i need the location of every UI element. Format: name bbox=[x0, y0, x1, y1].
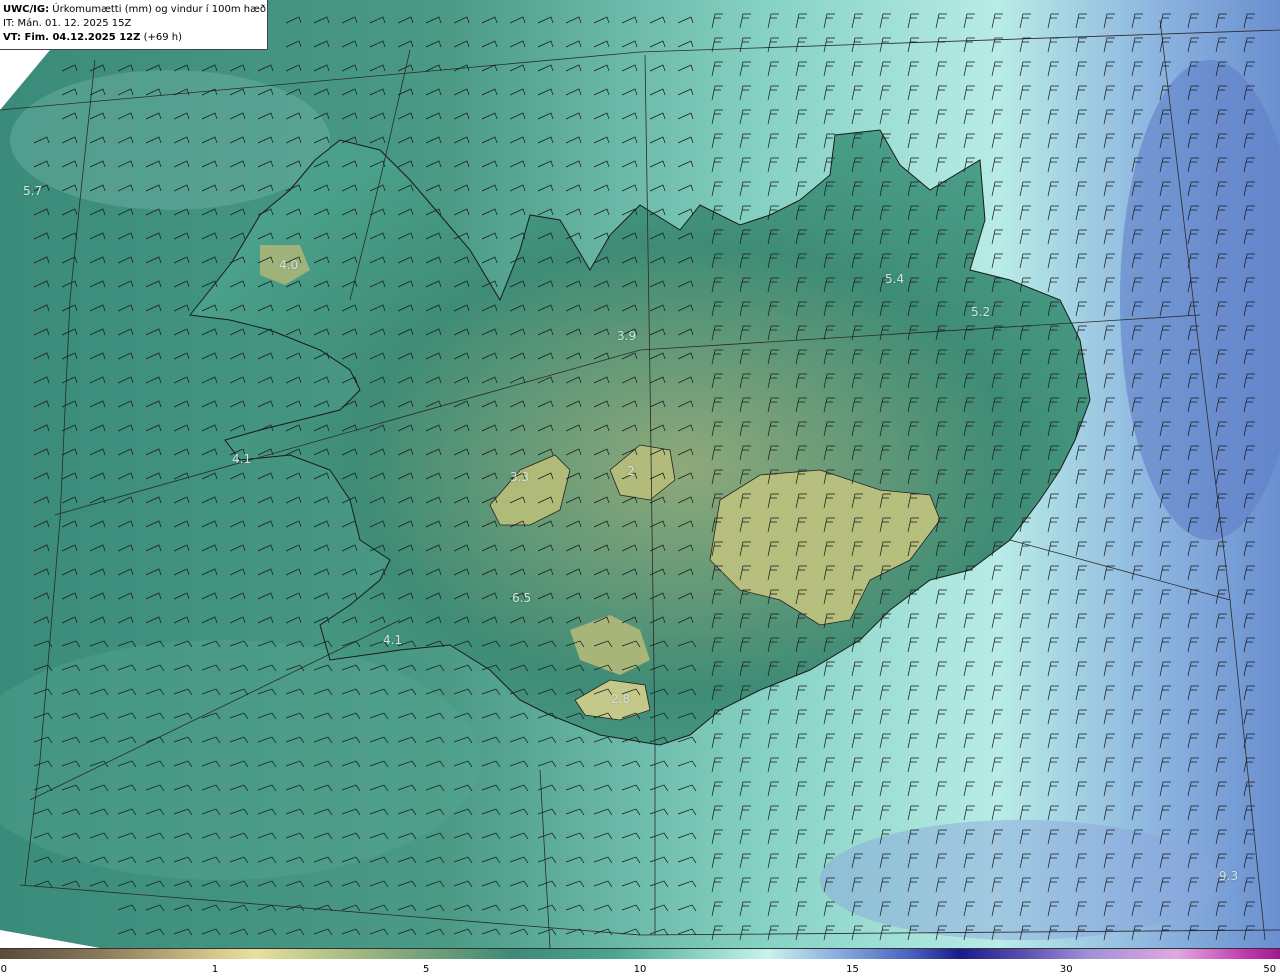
map-value-label: 4.0 bbox=[279, 258, 299, 272]
precipitation-colorbar bbox=[0, 948, 1280, 959]
map-value-label: 5.7 bbox=[23, 184, 43, 198]
valid-time-line: VT: Fim. 04.12.2025 12Z (+69 h) bbox=[3, 31, 267, 45]
lead-time: (+69 h) bbox=[143, 32, 182, 43]
product-title: Úrkomumætti (mm) og vindur í 100m hæð bbox=[52, 4, 267, 15]
map-value-label: 4.1 bbox=[232, 452, 252, 466]
map-value-label: 6.5 bbox=[512, 591, 532, 605]
forecast-map: 5.7 4.0 3.9 5.4 5.2 4.1 3.3 2 6.5 4.1 2.8 9.3 bbox=[0, 0, 1280, 948]
map-header: UWC/IG: Úrkomumætti (mm) og vindur í 100… bbox=[0, 0, 268, 50]
map-value-label: 9.3 bbox=[1219, 869, 1239, 883]
colorbar-tick-label: 50 bbox=[1263, 964, 1277, 975]
colorbar-tick-label: 10 bbox=[633, 964, 647, 975]
map-value-label: 3.9 bbox=[617, 329, 637, 343]
map-value-label: 4.1 bbox=[383, 633, 403, 647]
product-code: UWC/IG: bbox=[3, 4, 50, 15]
colorbar-tick-label: 5 bbox=[423, 964, 430, 975]
colorbar-tick-label: 15 bbox=[846, 964, 859, 975]
colorbar-tick-label: 1 bbox=[211, 964, 219, 975]
map-value-label: 5.2 bbox=[971, 305, 991, 319]
header-title-line: UWC/IG: Úrkomumætti (mm) og vindur í 100… bbox=[3, 3, 267, 17]
colorbar-tick-label: 0 bbox=[0, 964, 8, 975]
map-value-label: 3.3 bbox=[510, 470, 530, 484]
init-time: IT: Mán. 01. 12. 2025 15Z bbox=[3, 18, 132, 29]
map-canvas bbox=[0, 0, 1280, 948]
map-value-label: 2 bbox=[627, 464, 635, 478]
colorbar-tick-label: 30 bbox=[1059, 964, 1073, 975]
valid-time: VT: Fim. 04.12.2025 12Z bbox=[3, 32, 141, 43]
map-value-label: 2.8 bbox=[611, 692, 631, 706]
map-value-label: 5.4 bbox=[885, 272, 905, 286]
